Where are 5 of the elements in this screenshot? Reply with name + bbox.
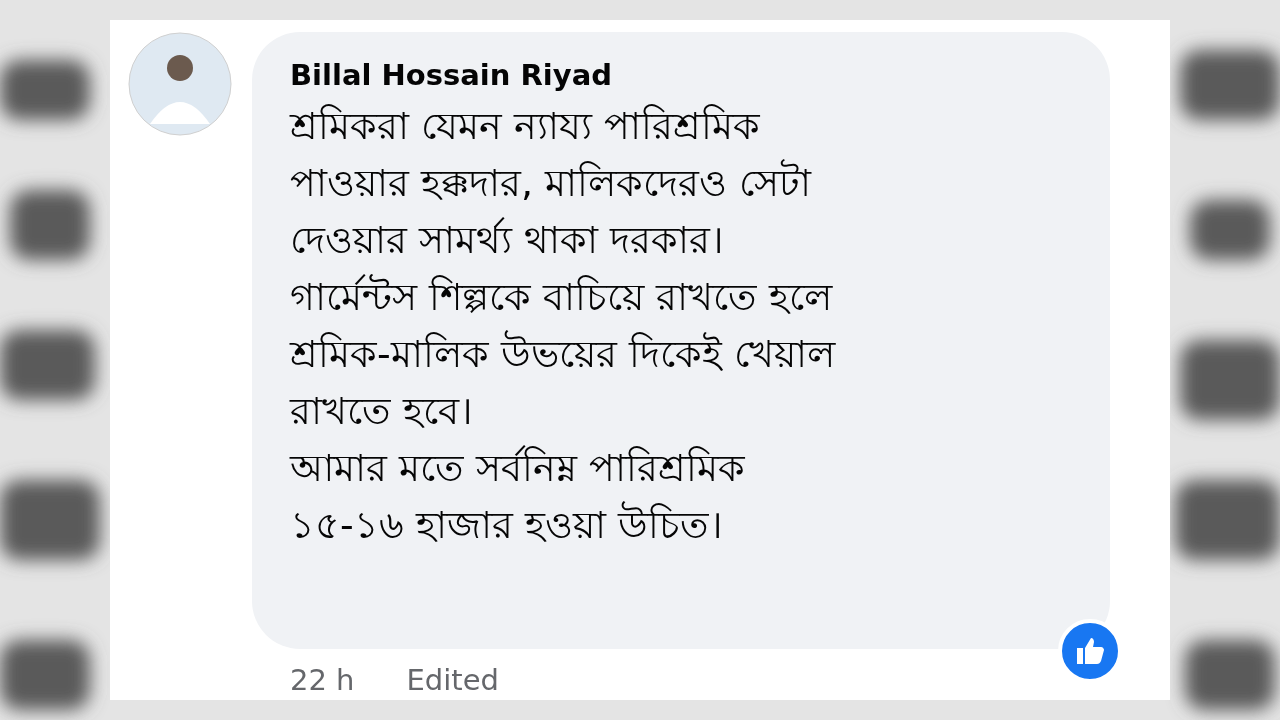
timestamp[interactable]: 22 h bbox=[290, 663, 355, 697]
avatar[interactable] bbox=[128, 32, 232, 136]
edited-label: Edited bbox=[406, 663, 499, 697]
author-name[interactable]: Billal Hossain Riyad bbox=[290, 58, 1090, 92]
comment-text: শ্রমিকরা যেমন ন্যায্য পারিশ্রমিক পাওয়ার হক্কদার, মালিকদেরও সেটা দেওয়ার সামর্থ্য থাকা দরকার। গার্মেন্টস শিল্পকে বাচিয়ে রাখতে হলে শ্রমিক-মালিক উভয়ের দিকেই খেয়াল রাখতে হবে। আমার মতে সর্বনিম্ন পারিশ্রমিক ১৫-১৬ হাজার হওয়া উচিত। bbox=[290, 103, 837, 549]
